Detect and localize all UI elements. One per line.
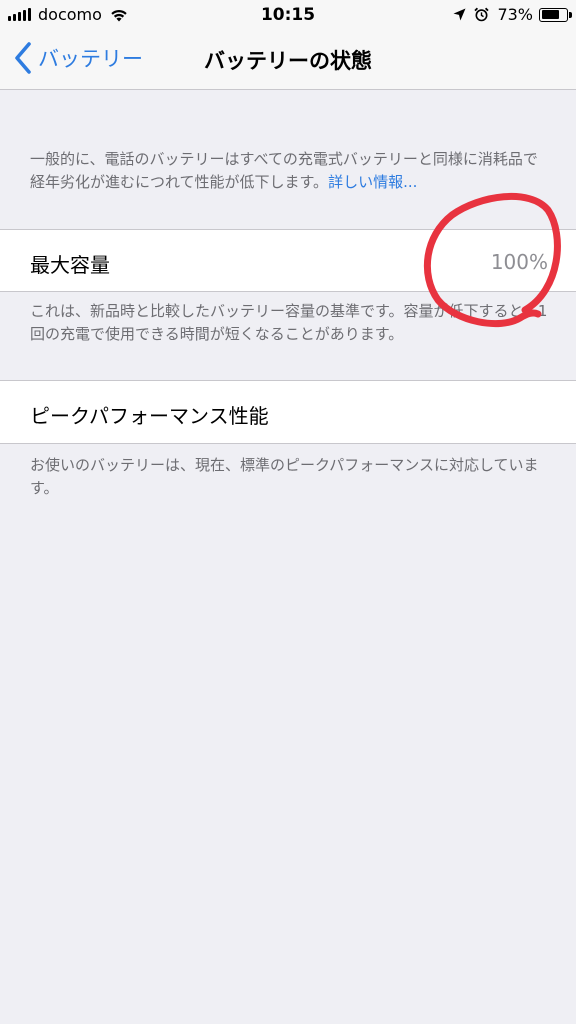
- learn-more-link[interactable]: 詳しい情報...: [328, 173, 417, 191]
- battery-icon: [539, 7, 572, 22]
- chevron-left-icon: [15, 42, 31, 74]
- battery-percentage: 73%: [497, 5, 533, 24]
- peak-performance-row: ピークパフォーマンス性能: [0, 380, 576, 444]
- intro-description: 一般的に、電話のバッテリーはすべての充電式バッテリーと同様に消耗品で経年劣化が進…: [30, 148, 550, 194]
- alarm-clock-icon: [474, 7, 490, 22]
- max-capacity-footnote: これは、新品時と比較したバッテリー容量の基準です。容量が低下すると、1回の充電で…: [30, 302, 548, 343]
- status-left: docomo: [8, 5, 128, 24]
- peak-performance-label: ピークパフォーマンス性能: [30, 404, 269, 428]
- carrier-name: docomo: [38, 5, 102, 24]
- navigation-bar: バッテリー バッテリーの状態: [0, 30, 576, 90]
- status-right: 73%: [453, 5, 572, 24]
- battery-health-screen: docomo 10:15 73% バッテリー バッテリーの状態 一般的に、電話の…: [0, 0, 576, 1024]
- wifi-icon: [111, 9, 127, 21]
- intro-text: 一般的に、電話のバッテリーはすべての充電式バッテリーと同様に消耗品で経年劣化が進…: [30, 150, 538, 191]
- back-button-label: バッテリー: [38, 47, 143, 71]
- location-arrow-icon: [453, 8, 466, 21]
- status-bar: docomo 10:15 73%: [0, 0, 576, 30]
- max-capacity-row: 最大容量 100%: [0, 229, 576, 292]
- max-capacity-label: 最大容量: [30, 253, 110, 277]
- signal-bars-icon: [8, 8, 33, 21]
- back-button[interactable]: バッテリー: [14, 42, 143, 74]
- battery-level-fill: [541, 10, 560, 19]
- peak-performance-footnote: お使いのバッテリーは、現在、標準のピークパフォーマンスに対応しています。: [30, 456, 539, 497]
- max-capacity-value: 100%: [490, 250, 548, 274]
